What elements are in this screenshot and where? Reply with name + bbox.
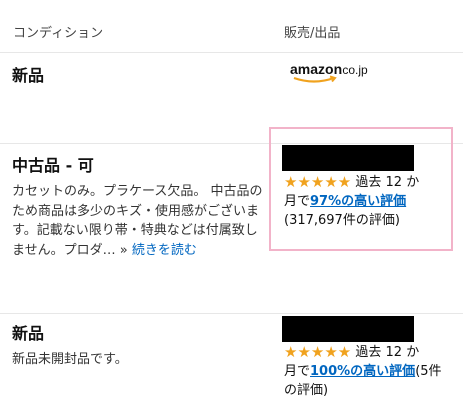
offer-condition: 新品 [12,324,45,343]
redacted-seller-name[interactable] [282,145,414,171]
amazon-smile-logo: amazon .co.jp [290,61,368,83]
read-more-link[interactable]: 続きを読む [132,243,197,258]
amazon-smile-arrow [293,76,335,83]
rating-count: の評価) [284,383,329,398]
star-rating-icon: ★★★★★ [284,173,352,191]
positive-rating-link[interactable]: 100%の高い評価 [310,364,415,379]
divider [0,313,463,314]
seller-rating: ★★★★★ 過去 12 か 月で100%の高い評価(5件 の評価) [284,343,454,400]
amazon-logo-tld: .co.jp [339,63,368,77]
amazon-logo: amazon .co.jp [290,60,370,86]
description-line: す。記載ない限り帯・特典などは付属致し [12,223,258,238]
description-line: ません。プロダ… » 続きを読む [12,242,197,258]
star-rating-icon: ★★★★★ [284,343,352,361]
column-header-seller: 販売/出品 [284,26,341,41]
description-line: カセットのみ。プラケース欠品。 中古品の [12,184,263,199]
divider [0,52,463,53]
offer-condition: 新品 [12,66,45,85]
offer-condition: 中古品 - 可 [12,156,94,175]
seller-rating: ★★★★★ 過去 12 か 月で97%の高い評価 (317,697件の評価) [284,173,444,230]
amazon-logo-wordmark: amazon [290,61,342,77]
rating-count: (317,697件の評価) [284,213,400,228]
positive-rating-link[interactable]: 97%の高い評価 [310,194,406,209]
offer-description: カセットのみ。プラケース欠品。 中古品の ため商品は多少のキズ・使用感がございま… [12,182,272,260]
column-header-condition: コンディション [13,26,104,41]
redacted-seller-name[interactable] [282,316,414,342]
offer-description: 新品未開封品です。 [12,352,128,367]
description-line: ため商品は多少のキズ・使用感がございま [12,203,260,219]
